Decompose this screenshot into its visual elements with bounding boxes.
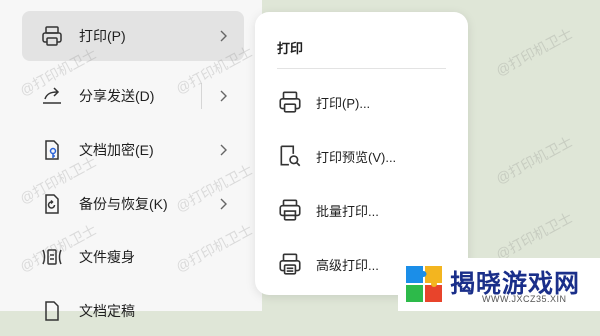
menu-item-encrypt[interactable]: 文档加密(E): [22, 125, 244, 175]
menu-item-label: 文件瘦身: [79, 249, 135, 265]
submenu-item-label: 打印(P)...: [316, 95, 371, 111]
menu-item-backup[interactable]: 备份与恢复(K): [22, 179, 244, 229]
menu-item-share[interactable]: 分享发送(D): [22, 71, 244, 121]
share-icon: [40, 84, 64, 108]
menu-item-label: 分享发送(D): [79, 88, 155, 104]
submenu-title: 打印: [277, 41, 304, 56]
printer-icon: [40, 24, 64, 48]
print-preview-icon: [277, 143, 303, 169]
chevron-right-icon: [216, 143, 230, 157]
chevron-right-icon: [216, 197, 230, 211]
menu-item-label: 备份与恢复(K): [79, 196, 168, 212]
menu-item-file-slim[interactable]: 文件瘦身: [22, 232, 244, 282]
menu-item-finalize[interactable]: 文档定稿: [22, 286, 244, 336]
submenu-item-print[interactable]: 打印(P)...: [265, 82, 458, 122]
menu-item-print[interactable]: 打印(P): [22, 11, 244, 61]
submenu-item-print-preview[interactable]: 打印预览(V)...: [265, 136, 458, 176]
chevron-right-icon[interactable]: [216, 89, 230, 103]
batch-print-icon: [277, 197, 303, 223]
menu-item-label: 文档加密(E): [79, 142, 154, 158]
file-menu: 打印(P) 分享发送(D) 文档加密(E) 备份与恢复(K) 文件瘦身 文档定稿: [0, 0, 262, 321]
backup-restore-icon: [40, 192, 64, 216]
menu-item-label: 打印(P): [79, 28, 126, 44]
watermark: @打印机卫士: [493, 209, 576, 263]
puzzle-logo-icon: [406, 266, 442, 302]
logo-domain: WWW.JXCZ35.XIN: [482, 294, 567, 304]
printer-icon: [277, 89, 303, 115]
submenu-item-label: 批量打印...: [316, 203, 379, 219]
watermark: @打印机卫士: [493, 25, 576, 79]
divider: [277, 68, 446, 69]
chevron-right-icon: [216, 29, 230, 43]
print-submenu: 打印 打印(P)... 打印预览(V)... 批量打印... 高级打印...: [255, 12, 468, 295]
file-slim-icon: [40, 245, 64, 269]
submenu-item-batch-print[interactable]: 批量打印...: [265, 190, 458, 230]
document-finalize-icon: [40, 299, 64, 323]
menu-item-label: 文档定稿: [79, 303, 135, 319]
watermark: @打印机卫士: [493, 133, 576, 187]
advanced-print-icon: [277, 251, 303, 277]
divider: [201, 83, 202, 109]
submenu-item-label: 打印预览(V)...: [316, 149, 397, 165]
document-lock-icon: [40, 138, 64, 162]
submenu-item-label: 高级打印...: [316, 257, 379, 273]
site-logo: 揭晓游戏网 WWW.JXCZ35.XIN: [398, 258, 600, 311]
